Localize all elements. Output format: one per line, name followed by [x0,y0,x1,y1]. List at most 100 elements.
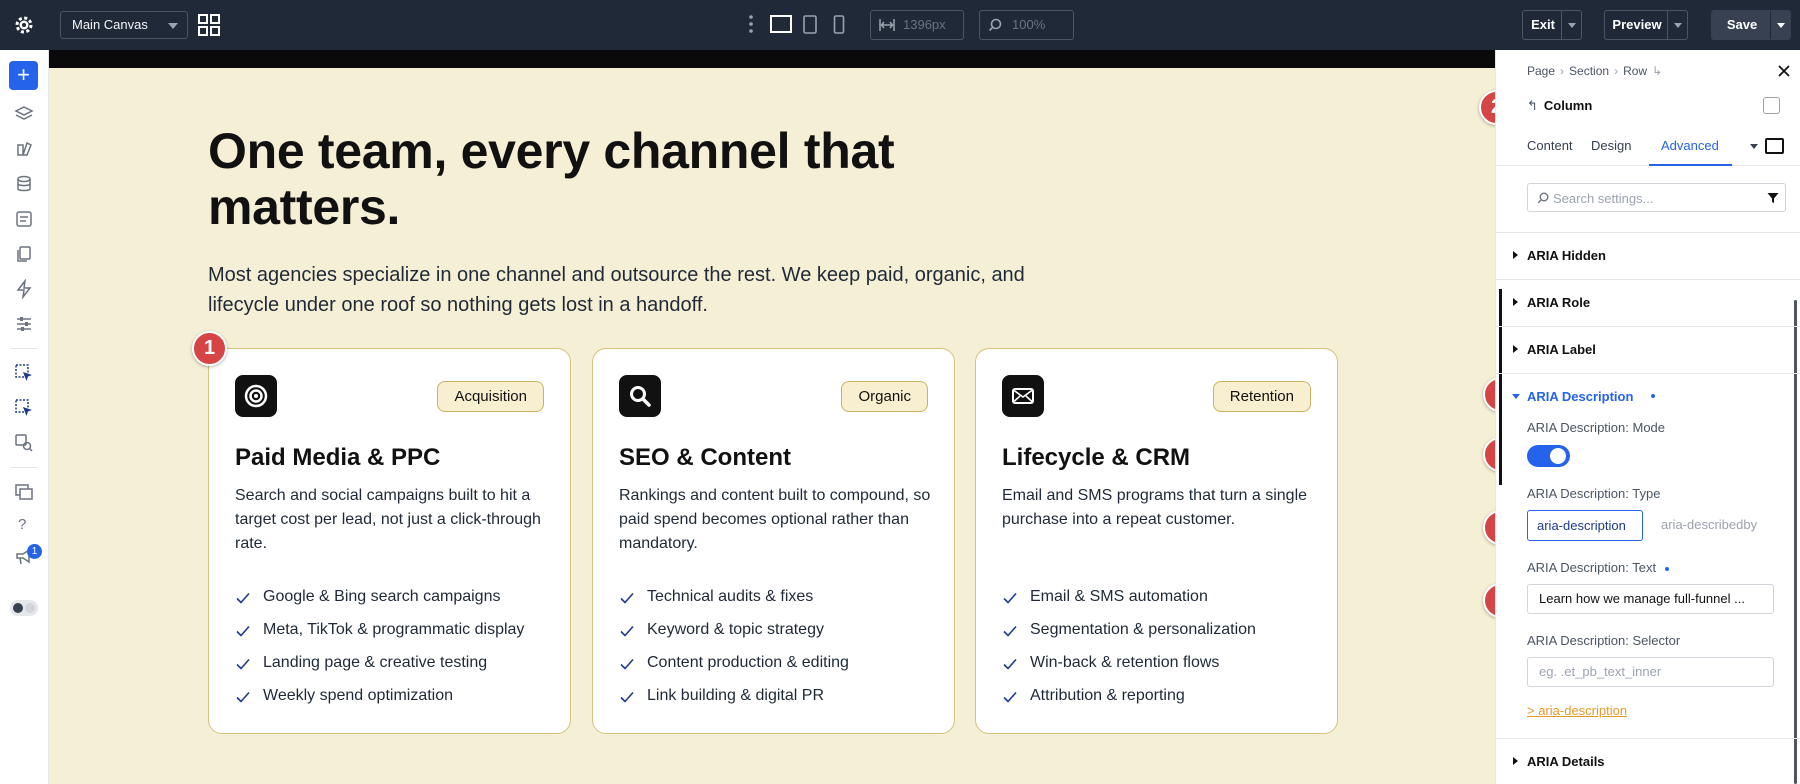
service-card[interactable]: Retention Lifecycle & CRM Email and SMS … [975,348,1338,734]
section-aria-role[interactable]: ARIA Role [1496,279,1800,325]
close-icon[interactable] [1777,64,1791,78]
list-item-text: Content production & editing [647,654,849,671]
selector-field[interactable]: eg. .et_pb_text_inner [1527,657,1774,687]
pages-icon[interactable] [14,244,34,264]
add-element-button[interactable]: + [9,61,38,90]
breadcrumb-section[interactable]: Section [1569,64,1609,78]
section-aria-description[interactable]: ARIA Description [1496,373,1800,419]
section-aria-hidden[interactable]: ARIA Hidden [1496,232,1800,278]
check-icon [236,592,250,604]
page-section[interactable]: One team, every channel that matters. Mo… [49,68,1495,784]
settings-panel: Page › Section › Row ↳ ↰ Column Content Design… [1495,50,1800,784]
service-card[interactable]: Acquisition Paid Media & PPC Search and … [208,348,571,734]
list-item: Google & Bing search campaigns [235,587,524,620]
breadcrumb-page[interactable]: Page [1527,64,1555,78]
list-item-text: Email & SMS automation [1030,588,1208,605]
section-aria-label[interactable]: ARIA Label [1496,326,1800,372]
tab-design[interactable]: Design [1591,138,1631,153]
database-icon[interactable] [14,174,34,194]
tab-advanced[interactable]: Advanced [1661,138,1719,153]
sliders-icon[interactable] [14,314,34,334]
tablet-view-icon[interactable] [803,15,817,34]
save-dropdown-toggle[interactable] [1770,11,1790,39]
checklist-icon[interactable] [14,209,34,229]
mode-toggle[interactable] [10,600,38,616]
portability-icon[interactable] [14,482,34,502]
mail-icon [1012,388,1034,404]
list-item: Content production & editing [619,653,849,686]
layers-icon[interactable] [14,104,34,124]
card-icon-badge [619,375,661,417]
search-icon [630,386,651,407]
card-description: Search and social campaigns built to hit… [235,487,541,552]
zoom-field[interactable]: 100% [979,10,1074,40]
multi-select-icon[interactable] [14,398,34,418]
section-label: ARIA Hidden [1527,248,1606,263]
section-label: ARIA Role [1527,295,1591,310]
list-item: Keyword & topic strategy [619,620,849,653]
panel-title: ↰ Column [1527,98,1592,114]
check-icon [1003,625,1017,637]
zoom-value: 100% [1012,17,1046,32]
text-label: ARIA Description: Text [1527,560,1656,575]
feature-list: Email & SMS automation Segmentation & pe… [1002,587,1256,719]
service-card[interactable]: Organic SEO & Content Rankings and conte… [592,348,955,734]
hero-subtitle[interactable]: Most agencies specialize in one channel … [208,260,1088,320]
target-icon [244,384,268,408]
breadcrumb: Page › Section › Row ↳ [1527,64,1663,78]
modified-indicator [1665,567,1669,571]
select-cursor-icon[interactable] [14,363,34,383]
exit-label: Exit [1531,17,1555,32]
list-item: Meta, TikTok & programmatic display [235,620,524,653]
check-icon [1003,592,1017,604]
chevron-right-icon [1513,757,1518,765]
preview-label: Preview [1612,17,1662,32]
phone-view-icon[interactable] [833,15,845,34]
settings-search [1527,183,1786,212]
more-vertical-icon[interactable] [748,14,754,34]
card-icon-badge [235,375,277,417]
section-label: ARIA Description [1527,389,1634,404]
search-input[interactable] [1553,189,1753,207]
desktop-view-icon[interactable] [770,15,792,34]
chevron-down-icon[interactable] [1750,144,1758,149]
list-item-text: Meta, TikTok & programmatic display [263,621,525,638]
canvas-select[interactable]: Main Canvas [60,11,188,39]
exit-button[interactable]: Exit [1522,10,1582,40]
top-toolbar: Main Canvas 1396px 100% Exit Preview Sav… [0,0,1800,50]
exit-dropdown-toggle[interactable] [1561,11,1581,39]
lightning-icon[interactable] [14,279,34,299]
builder-canvas: One team, every channel that matters. Mo… [49,50,1495,784]
help-icon[interactable]: ? [18,516,26,533]
save-button[interactable]: Save [1711,10,1791,40]
back-arrow-icon[interactable]: ↰ [1527,98,1538,113]
preview-dropdown-toggle[interactable] [1667,11,1687,39]
card-title: Paid Media & PPC [235,444,441,471]
preview-button[interactable]: Preview [1604,10,1688,40]
gear-icon[interactable] [12,13,36,37]
canvas-width-field[interactable]: 1396px [870,10,964,40]
section-label: ARIA Details [1527,754,1605,769]
filter-icon[interactable] [1767,192,1779,204]
list-item-text: Technical audits & fixes [647,588,814,605]
list-item: Email & SMS automation [1002,587,1256,620]
zoom-icon [988,18,1002,32]
tab-content[interactable]: Content [1527,138,1573,153]
sidebar-divider [10,348,38,349]
breadcrumb-row[interactable]: Row [1623,64,1647,78]
type-option-description[interactable]: aria-description [1527,510,1643,541]
width-arrows-icon [879,19,895,31]
panel-options-icon[interactable] [1763,97,1780,114]
section-aria-details[interactable]: ARIA Details [1496,738,1800,784]
type-option-describedby[interactable]: aria-describedby [1652,510,1766,541]
check-icon [1003,691,1017,703]
mode-toggle[interactable] [1527,445,1570,467]
hero-title[interactable]: One team, every channel that matters. [208,123,968,235]
find-replace-icon[interactable] [14,433,34,453]
attribute-link[interactable]: > aria-description [1527,703,1627,718]
layout-grid-icon[interactable] [198,14,220,36]
active-tab-indicator [1649,164,1732,166]
responsive-view-icon[interactable] [1765,138,1784,154]
theme-builder-icon[interactable] [14,139,34,159]
description-text-field[interactable]: Learn how we manage full-funnel ... [1527,584,1774,614]
